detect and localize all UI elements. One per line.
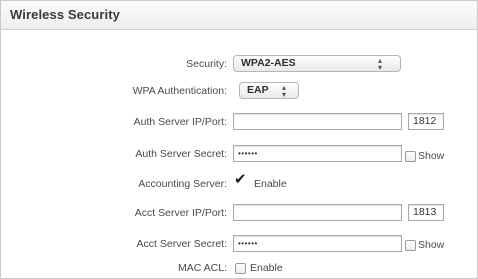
auth-server-secret-label: Auth Server Secret: xyxy=(135,148,227,160)
wpa-authentication-select-value: EAP xyxy=(247,84,269,96)
mac-acl-enable-label: Enable xyxy=(250,262,283,274)
acct-server-secret-input[interactable]: •••••• xyxy=(233,235,402,252)
wpa-authentication-select[interactable]: EAP ▴ ▾ xyxy=(239,82,299,99)
up-down-chevron-icon: ▴ ▾ xyxy=(377,56,382,72)
auth-server-secret-input[interactable]: •••••• xyxy=(233,145,402,162)
acct-server-ip-input[interactable] xyxy=(233,204,402,221)
mac-acl-enable-checkbox[interactable] xyxy=(235,263,246,274)
accounting-server-enable-label: Enable xyxy=(254,178,287,190)
wpa-authentication-label: WPA Authentication: xyxy=(132,85,227,97)
security-select-value: WPA2-AES xyxy=(241,57,296,69)
auth-server-port-input[interactable]: 1812 xyxy=(408,113,444,130)
wireless-security-panel: Wireless Security Security: WPA2-AES ▴ ▾ … xyxy=(0,0,478,279)
accounting-server-label: Accounting Server: xyxy=(138,178,227,190)
acct-secret-show-label: Show xyxy=(418,239,445,251)
acct-server-ip-port-label: Acct Server IP/Port: xyxy=(134,207,227,219)
checkmark-icon[interactable]: ✔ xyxy=(234,172,247,187)
auth-secret-show-checkbox[interactable] xyxy=(405,151,416,162)
auth-server-ip-port-label: Auth Server IP/Port: xyxy=(133,116,227,128)
mac-acl-label: MAC ACL: xyxy=(177,262,227,274)
security-select[interactable]: WPA2-AES ▴ ▾ xyxy=(233,55,401,72)
auth-secret-show-label: Show xyxy=(418,150,445,162)
acct-server-port-input[interactable]: 1813 xyxy=(408,204,444,221)
acct-secret-show-checkbox[interactable] xyxy=(405,240,416,251)
panel-header: Wireless Security xyxy=(1,1,477,30)
up-down-chevron-icon: ▴ ▾ xyxy=(281,83,286,99)
panel-title: Wireless Security xyxy=(10,7,120,22)
acct-server-secret-label: Acct Server Secret: xyxy=(136,238,227,250)
security-label: Security: xyxy=(186,58,227,70)
auth-server-ip-input[interactable] xyxy=(233,113,402,130)
